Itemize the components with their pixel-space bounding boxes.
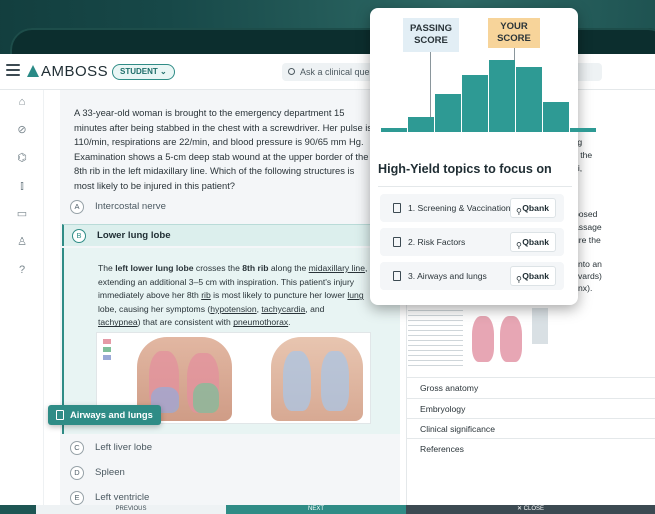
card-divider [378,186,572,187]
topic-row-2[interactable]: 2. Risk Factors ⚲ Qbank [380,228,564,256]
book-icon[interactable]: ▭ [16,208,28,220]
option-text: Left ventricle [95,492,150,503]
card-title: High-Yield topics to focus on [378,162,552,176]
answer-option-b[interactable]: B Lower lung lobe [62,224,400,246]
link-rib[interactable]: rib [201,290,211,300]
your-label-line2: SCORE [497,33,531,44]
article-text-fragment: assage [574,222,602,232]
histogram-bar [489,60,515,132]
close-button[interactable]: ✕ CLOSE [406,505,655,514]
user-icon[interactable]: ♙ [16,236,28,248]
bar-chart-icon[interactable]: ⫾ [16,180,28,192]
histogram-bar [570,128,596,132]
qbank-icon: ⚲ [516,275,522,284]
section-gross-anatomy[interactable]: Gross anatomy [406,377,655,397]
graduation-cap-icon[interactable]: ⌬ [16,152,28,164]
menu-icon[interactable] [6,64,20,78]
document-icon [56,410,64,420]
passing-score-label: PASSING SCORE [403,18,459,52]
qbank-icon: ⚲ [516,241,522,250]
qbank-icon: ⚲ [516,207,522,216]
qbank-button[interactable]: ⚲ Qbank [510,198,556,218]
search-icon [288,68,295,75]
answer-option-d[interactable]: D Spleen [62,462,400,484]
figure-text-block [408,310,463,366]
score-card [370,8,578,305]
option-text: Intercostal nerve [95,201,166,212]
qbank-label: Qbank [522,203,549,213]
your-label-line1: YOUR [500,21,528,32]
option-letter: B [72,229,86,243]
section-embryology[interactable]: Embryology [406,398,655,418]
article-figure-lungs[interactable] [408,300,568,370]
previous-button[interactable]: PREVIOUS [36,505,226,514]
lung-lobe [283,351,311,411]
histogram-bar [543,102,569,132]
option-text: Spleen [95,467,125,478]
app-logo-text: AMBOSS [41,63,109,80]
article-text-fragment: nx). [578,283,593,293]
legend-swatch [103,339,111,344]
topic-label: 1. Screening & Vaccination [408,203,511,213]
topic-label: 2. Risk Factors [408,237,466,247]
link-midaxillary-line[interactable]: midaxillary line [309,263,365,273]
torso-illustration-right [271,337,363,421]
document-icon [393,203,401,213]
answer-option-a[interactable]: A Intercostal nerve [62,196,400,218]
figure-detail [532,308,548,344]
section-references[interactable]: References [406,438,655,458]
option-letter: A [70,200,84,214]
passing-label-line1: PASSING [409,23,453,34]
option-text: Left liver lobe [95,442,153,453]
document-icon [393,271,401,281]
link-tachycardia[interactable]: tachycardia [261,304,305,314]
lung-illustration [500,316,522,362]
student-badge[interactable]: STUDENT ⌄ [112,64,175,80]
option-letter: D [70,466,84,480]
question-stem: A 33-year-old woman is brought to the em… [74,107,373,191]
lung-middle-lobe [193,383,219,413]
document-icon [393,237,401,247]
search-placeholder: Ask a clinical quest [300,67,377,77]
option-text: Lower lung lobe [97,230,171,241]
topic-tag-airways[interactable]: Airways and lungs [48,405,161,425]
qbank-label: Qbank [522,271,549,281]
qbank-button[interactable]: ⚲ Qbank [510,266,556,286]
option-letter: C [70,441,84,455]
legend-swatch [103,355,111,360]
qbank-button[interactable]: ⚲ Qbank [510,232,556,252]
topic-label: 3. Airways and lungs [408,271,487,281]
explanation-text: The left lower lung lobe crosses the 8th… [98,263,368,328]
your-score-label: YOUR SCORE [488,18,540,48]
left-sidebar: ⌂ ⊘ ⌬ ⫾ ▭ ♙ ? [0,90,44,514]
home-icon[interactable]: ⌂ [16,96,28,108]
histogram-bar [435,94,461,132]
next-button[interactable]: NEXT [226,505,406,514]
topic-row-1[interactable]: 1. Screening & Vaccination ⚲ Qbank [380,194,564,222]
article-text-fragment: ure the [574,235,601,245]
topic-tag-label: Airways and lungs [70,409,153,420]
lung-lobe [321,351,349,411]
histogram-bar [516,67,542,132]
link-hypotension[interactable]: hypotension [210,304,256,314]
histogram-bar [381,128,407,132]
qbank-label: Qbank [522,237,549,247]
lung-illustration [472,316,494,362]
amboss-logo-icon [27,65,39,77]
link-pneumothorax[interactable]: pneumothorax [233,317,288,327]
answer-option-c[interactable]: C Left liver lobe [62,437,400,459]
legend-swatch [103,347,111,352]
link-lung[interactable]: lung [347,290,363,300]
help-icon[interactable]: ? [16,264,28,276]
pill-icon[interactable]: ⊘ [16,124,28,136]
topic-row-3[interactable]: 3. Airways and lungs ⚲ Qbank [380,262,564,290]
section-clinical-significance[interactable]: Clinical significance [406,418,655,438]
histogram-bar [408,117,434,132]
histogram-bar [462,75,488,132]
option-letter: E [70,491,84,505]
passing-label-line2: SCORE [414,35,448,46]
link-tachypnea[interactable]: tachypnea [98,317,138,327]
